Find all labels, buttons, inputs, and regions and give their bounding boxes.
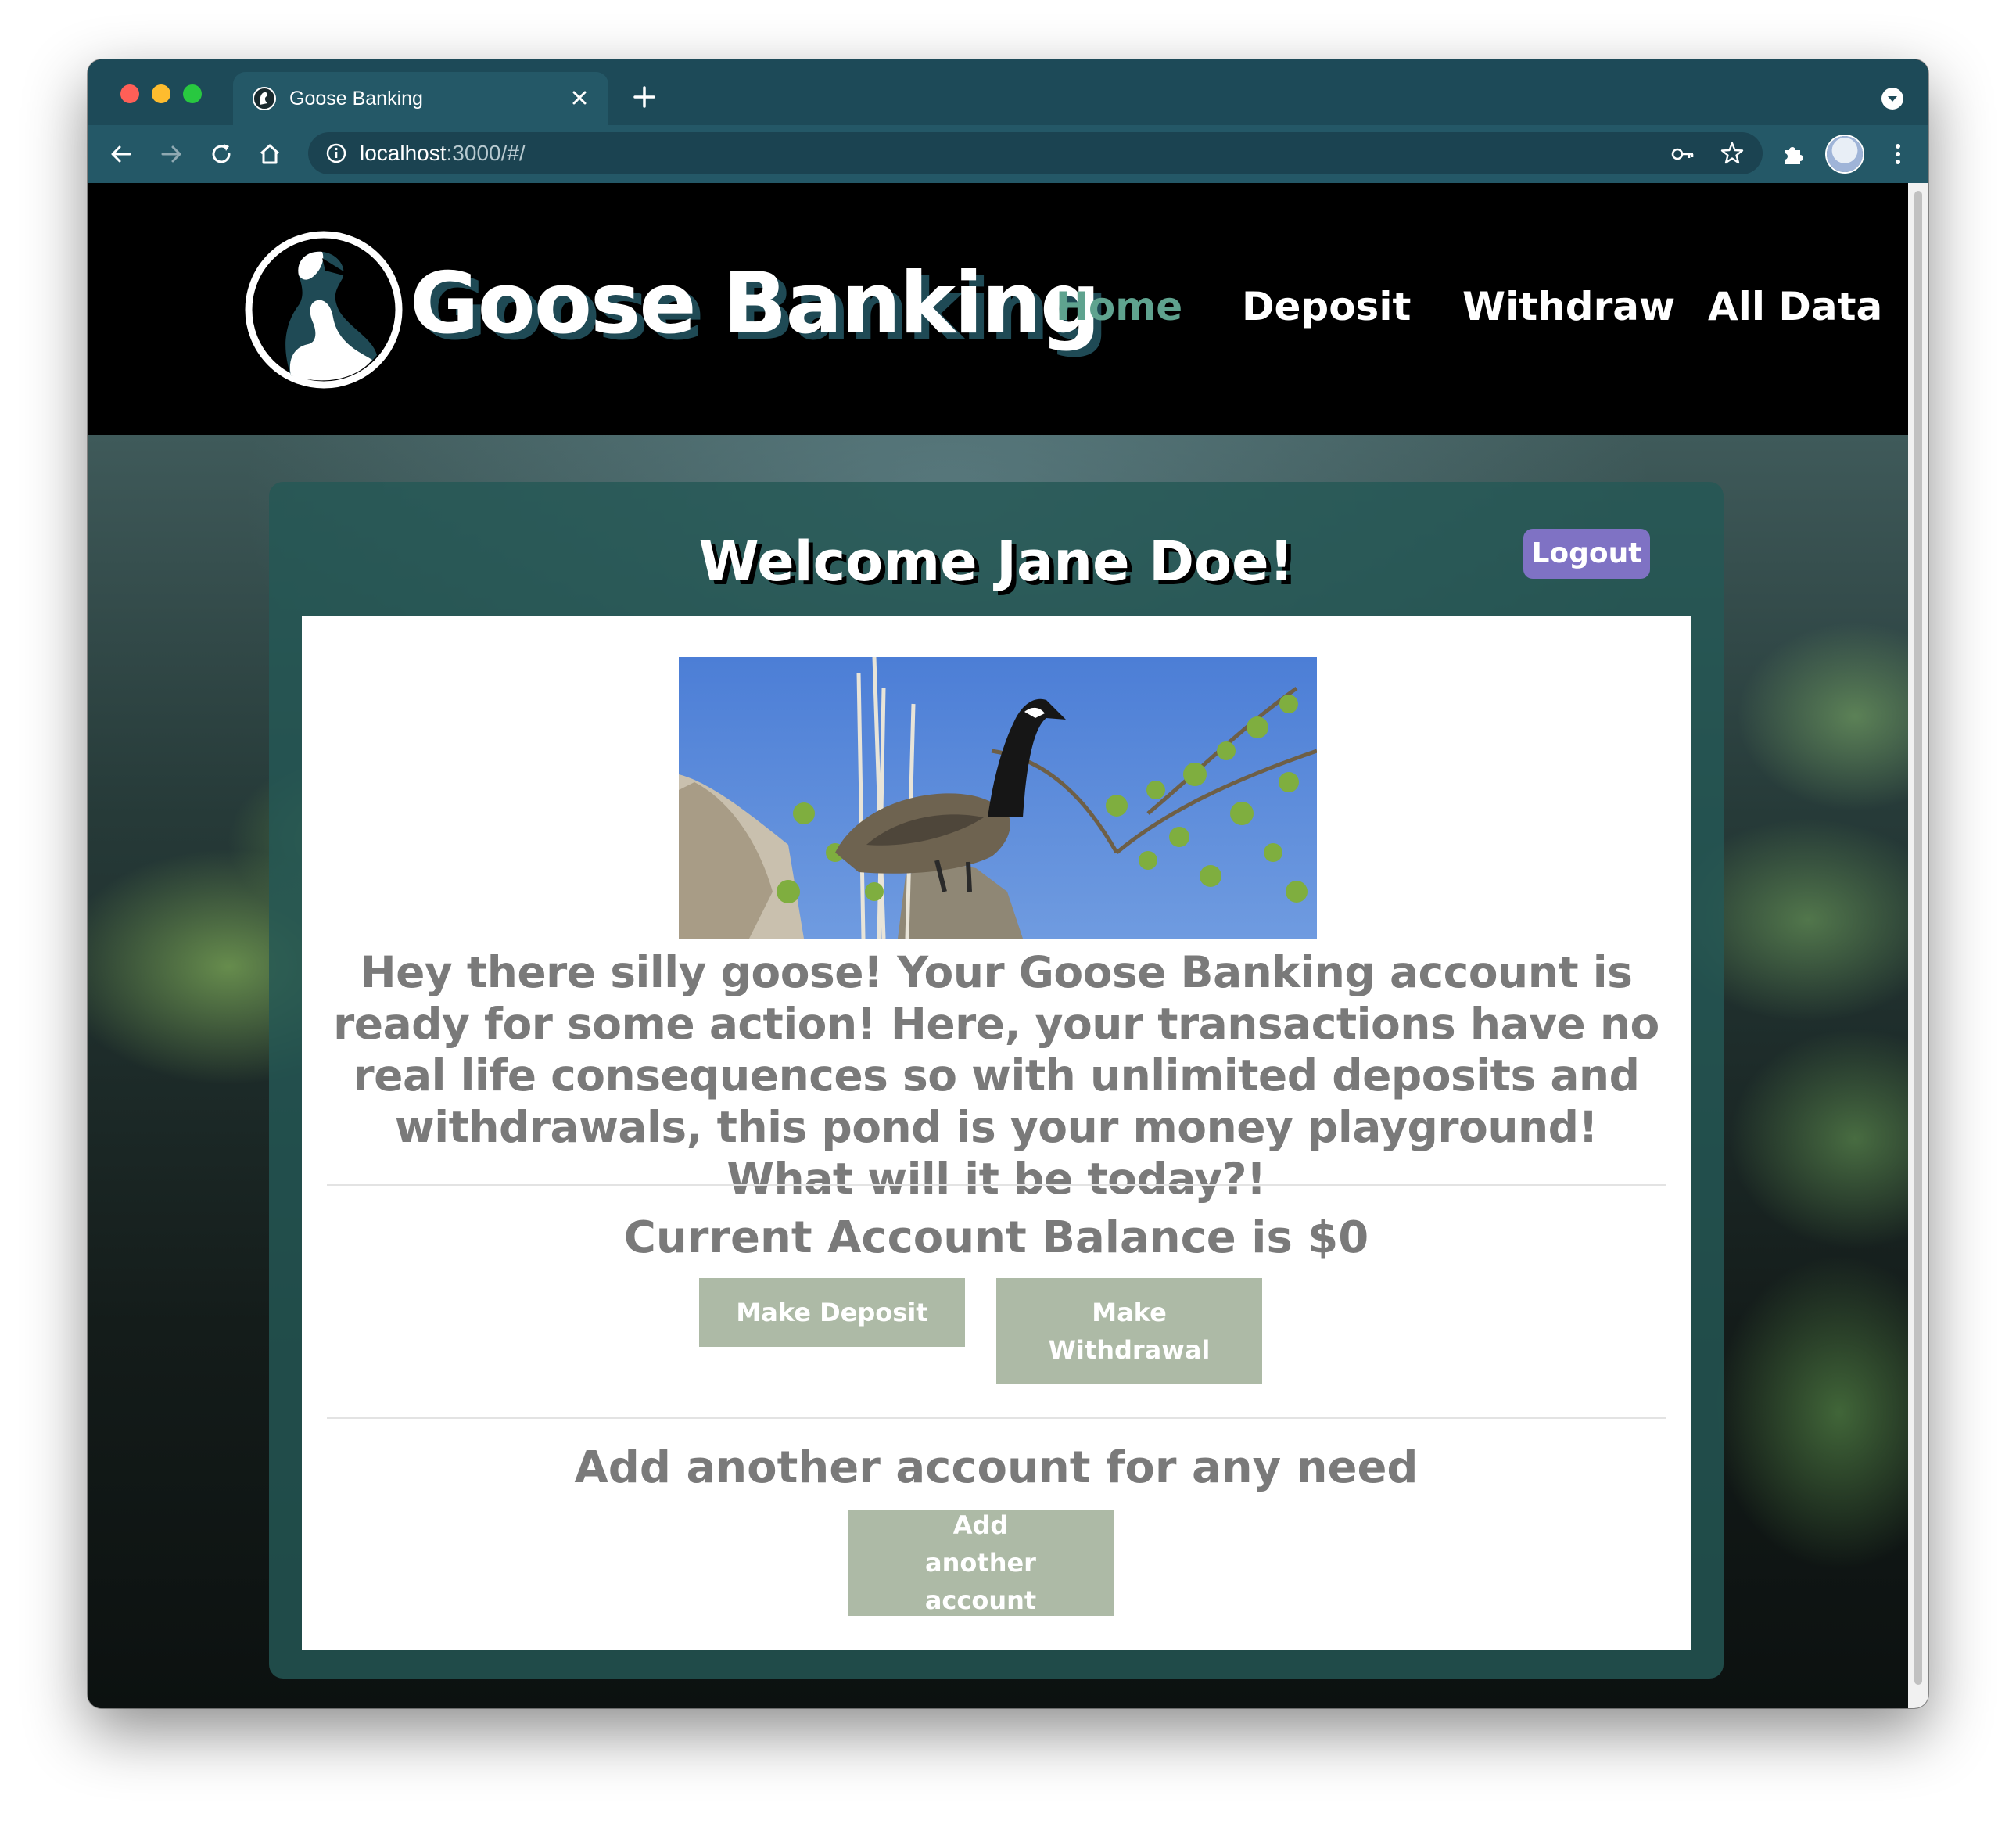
page-scrollbar[interactable] [1908, 183, 1928, 1708]
divider-bottom [327, 1417, 1666, 1419]
browser-toolbar: localhost:3000/#/ [88, 125, 1928, 183]
star-icon[interactable] [1719, 140, 1745, 167]
tab-bar: Goose Banking [88, 59, 1928, 125]
url-path: :3000/#/ [446, 141, 526, 165]
logout-button[interactable]: Logout [1523, 529, 1650, 579]
kebab-icon[interactable] [1883, 139, 1913, 169]
welcome-heading: Welcome Jane Doe! [698, 530, 1294, 594]
browser-window: Goose Banking localhost:3000/#/ Goose Ba… [88, 59, 1928, 1708]
site-navbar: Goose Banking Home Deposit Withdraw All … [88, 183, 1908, 435]
tab-search-icon[interactable] [1880, 86, 1905, 111]
make-deposit-label: Make Deposit [736, 1298, 928, 1327]
goose-photo [679, 657, 1317, 939]
url-host: localhost [360, 141, 447, 165]
intro-text: Hey there silly goose! Your Goose Bankin… [333, 947, 1659, 1204]
balance-text: Current Account Balance is $0 [623, 1212, 1369, 1263]
scrollbar-thumb[interactable] [1914, 191, 1922, 1685]
add-another-account-button[interactable]: Add another account [848, 1510, 1114, 1616]
make-deposit-button[interactable]: Make Deposit [699, 1278, 965, 1347]
page-viewport: Goose Banking Home Deposit Withdraw All … [88, 183, 1908, 1708]
tab-title: Goose Banking [289, 88, 423, 110]
key-icon[interactable] [1670, 142, 1695, 167]
maximize-window-button[interactable] [183, 84, 202, 103]
profile-avatar[interactable] [1827, 136, 1863, 172]
divider-top [327, 1184, 1666, 1186]
puzzle-icon[interactable] [1778, 139, 1808, 169]
nav-withdraw-link[interactable]: Withdraw [1462, 283, 1675, 330]
back-icon[interactable] [106, 139, 136, 169]
minimize-window-button[interactable] [152, 84, 170, 103]
add-another-account-label: Add another account [924, 1510, 1037, 1615]
card-body: Hey there silly goose! Your Goose Bankin… [302, 616, 1691, 1650]
info-icon[interactable] [325, 142, 347, 164]
brand-title[interactable]: Goose Banking [410, 253, 1100, 355]
tab-goose-banking[interactable]: Goose Banking [233, 72, 608, 125]
another-account-heading: Add another account for any need [574, 1442, 1419, 1493]
forward-icon[interactable] [156, 139, 186, 169]
close-tab-icon[interactable] [566, 84, 593, 111]
url-text: localhost:3000/#/ [360, 140, 526, 167]
reload-icon[interactable] [206, 139, 236, 169]
nav-deposit-link[interactable]: Deposit [1242, 283, 1411, 330]
address-bar[interactable]: localhost:3000/#/ [308, 132, 1763, 174]
make-withdrawal-button[interactable]: Make Withdrawal [996, 1278, 1262, 1384]
welcome-card: Welcome Jane Doe! Logout Hey there silly… [269, 482, 1724, 1679]
new-tab-icon[interactable] [630, 83, 658, 111]
nav-all-data-link[interactable]: All Data [1708, 283, 1882, 330]
home-icon[interactable] [255, 139, 285, 169]
make-withdrawal-label: Make Withdrawal [1048, 1298, 1211, 1365]
goose-logo-icon[interactable] [244, 230, 404, 390]
goose-favicon-icon [253, 87, 276, 110]
nav-home-link[interactable]: Home [1056, 283, 1182, 330]
close-window-button[interactable] [120, 84, 139, 103]
